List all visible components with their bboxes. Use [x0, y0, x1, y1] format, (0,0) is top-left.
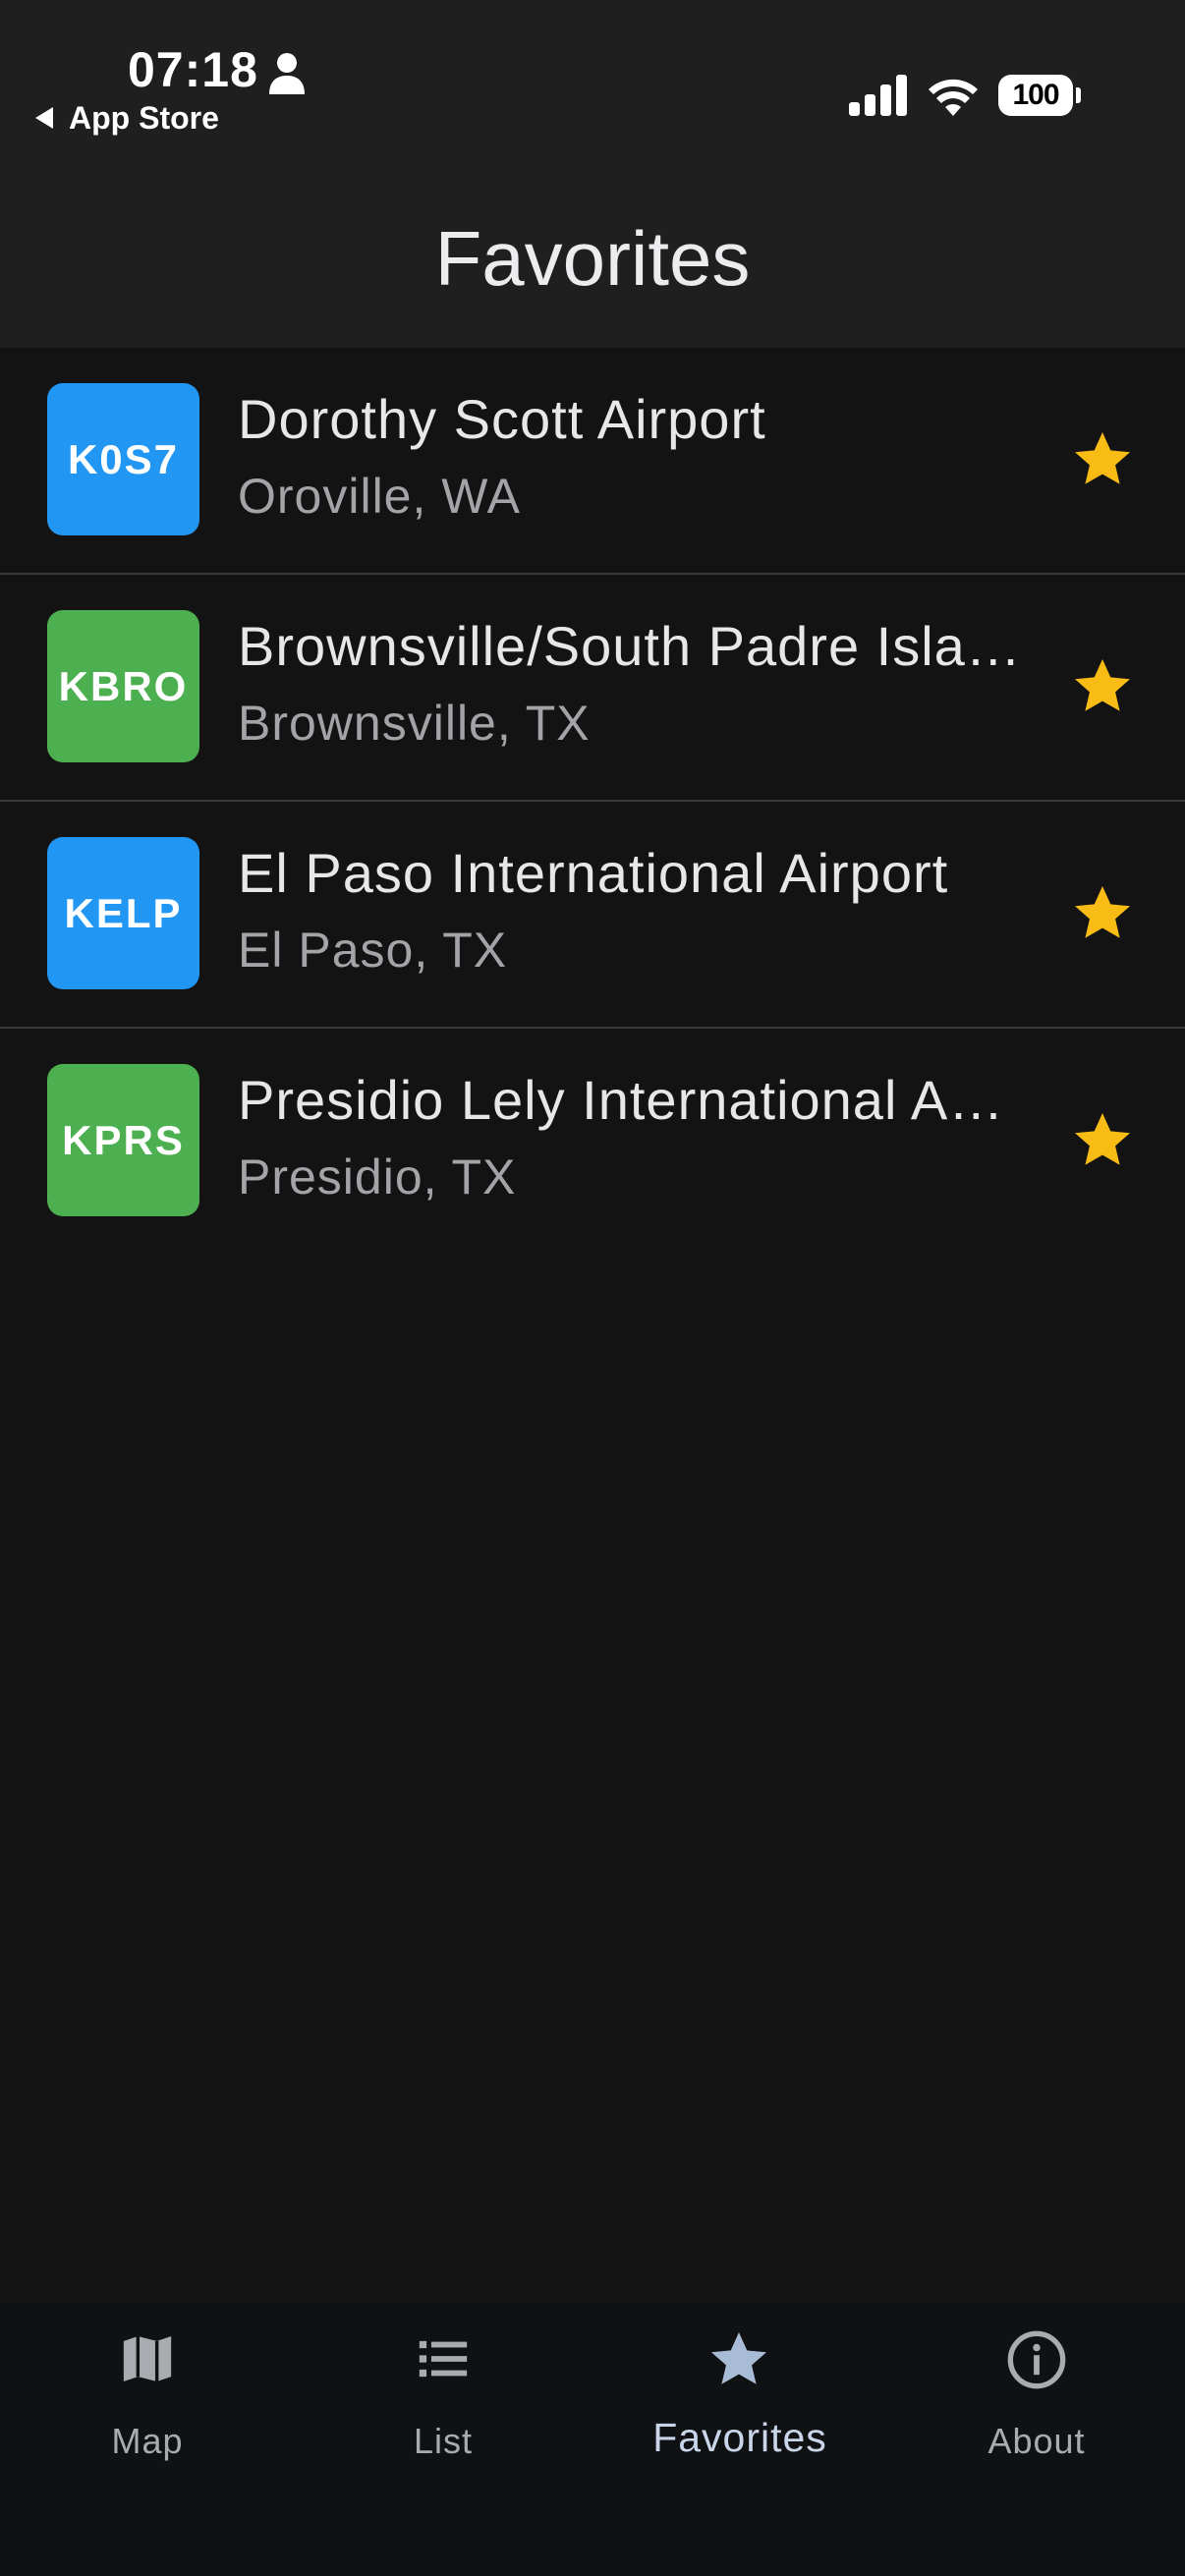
airport-code-badge: KPRS — [47, 1064, 199, 1216]
airport-name: Presidio Lely International A… — [238, 1069, 1005, 1131]
airport-code-badge: KELP — [47, 837, 199, 989]
favorite-row[interactable]: K0S7 Dorothy Scott Airport Oroville, WA — [0, 348, 1185, 575]
favorite-row[interactable]: KBRO Brownsville/South Padre Isla… Brown… — [0, 575, 1185, 802]
favorite-row[interactable]: KPRS Presidio Lely International A… Pres… — [0, 1029, 1185, 1254]
top-bar: 07:18 App Store 100 Favorites — [0, 0, 1185, 348]
favorite-star-icon[interactable] — [1071, 428, 1134, 491]
tab-map[interactable]: Map — [0, 2303, 295, 2499]
tab-list[interactable]: List — [296, 2303, 591, 2499]
tab-about[interactable]: About — [889, 2303, 1184, 2499]
tab-label: List — [413, 2421, 474, 2461]
airport-code-badge: KBRO — [47, 610, 199, 762]
person-icon — [269, 53, 305, 94]
back-label: App Store — [69, 99, 219, 136]
info-icon — [1007, 2330, 1066, 2389]
tab-favorites[interactable]: Favorites — [592, 2303, 887, 2499]
tab-label: Favorites — [652, 2415, 827, 2460]
list-icon — [419, 2340, 468, 2378]
airport-name: Brownsville/South Padre Isla… — [238, 615, 1022, 677]
star-icon — [711, 2332, 766, 2384]
battery-level: 100 — [998, 75, 1073, 116]
tab-bar: Map List Favorites About — [0, 2303, 1185, 2576]
airport-location: Brownsville, TX — [238, 696, 591, 751]
battery-indicator: 100 — [998, 75, 1081, 116]
airport-name: Dorothy Scott Airport — [238, 388, 766, 450]
favorite-star-icon[interactable] — [1071, 655, 1134, 718]
back-to-app-store[interactable]: App Store — [35, 96, 219, 140]
airport-code-badge: K0S7 — [47, 383, 199, 535]
airport-location: El Paso, TX — [238, 923, 508, 978]
favorite-star-icon[interactable] — [1071, 1109, 1134, 1172]
status-time: 07:18 — [128, 42, 258, 97]
wifi-icon — [929, 79, 978, 116]
favorite-row[interactable]: KELP El Paso International Airport El Pa… — [0, 802, 1185, 1029]
favorite-star-icon[interactable] — [1071, 882, 1134, 945]
favorites-list: K0S7 Dorothy Scott Airport Oroville, WA … — [0, 348, 1185, 1254]
tab-label: About — [988, 2421, 1086, 2461]
tab-label: Map — [111, 2421, 184, 2461]
airport-name: El Paso International Airport — [238, 842, 949, 904]
map-icon — [123, 2336, 172, 2381]
battery-cap — [1076, 87, 1081, 103]
page-title: Favorites — [434, 215, 751, 302]
back-triangle-icon — [35, 107, 53, 129]
airport-location: Presidio, TX — [238, 1149, 517, 1204]
airport-location: Oroville, WA — [238, 469, 521, 524]
cellular-signal-icon — [849, 75, 907, 116]
